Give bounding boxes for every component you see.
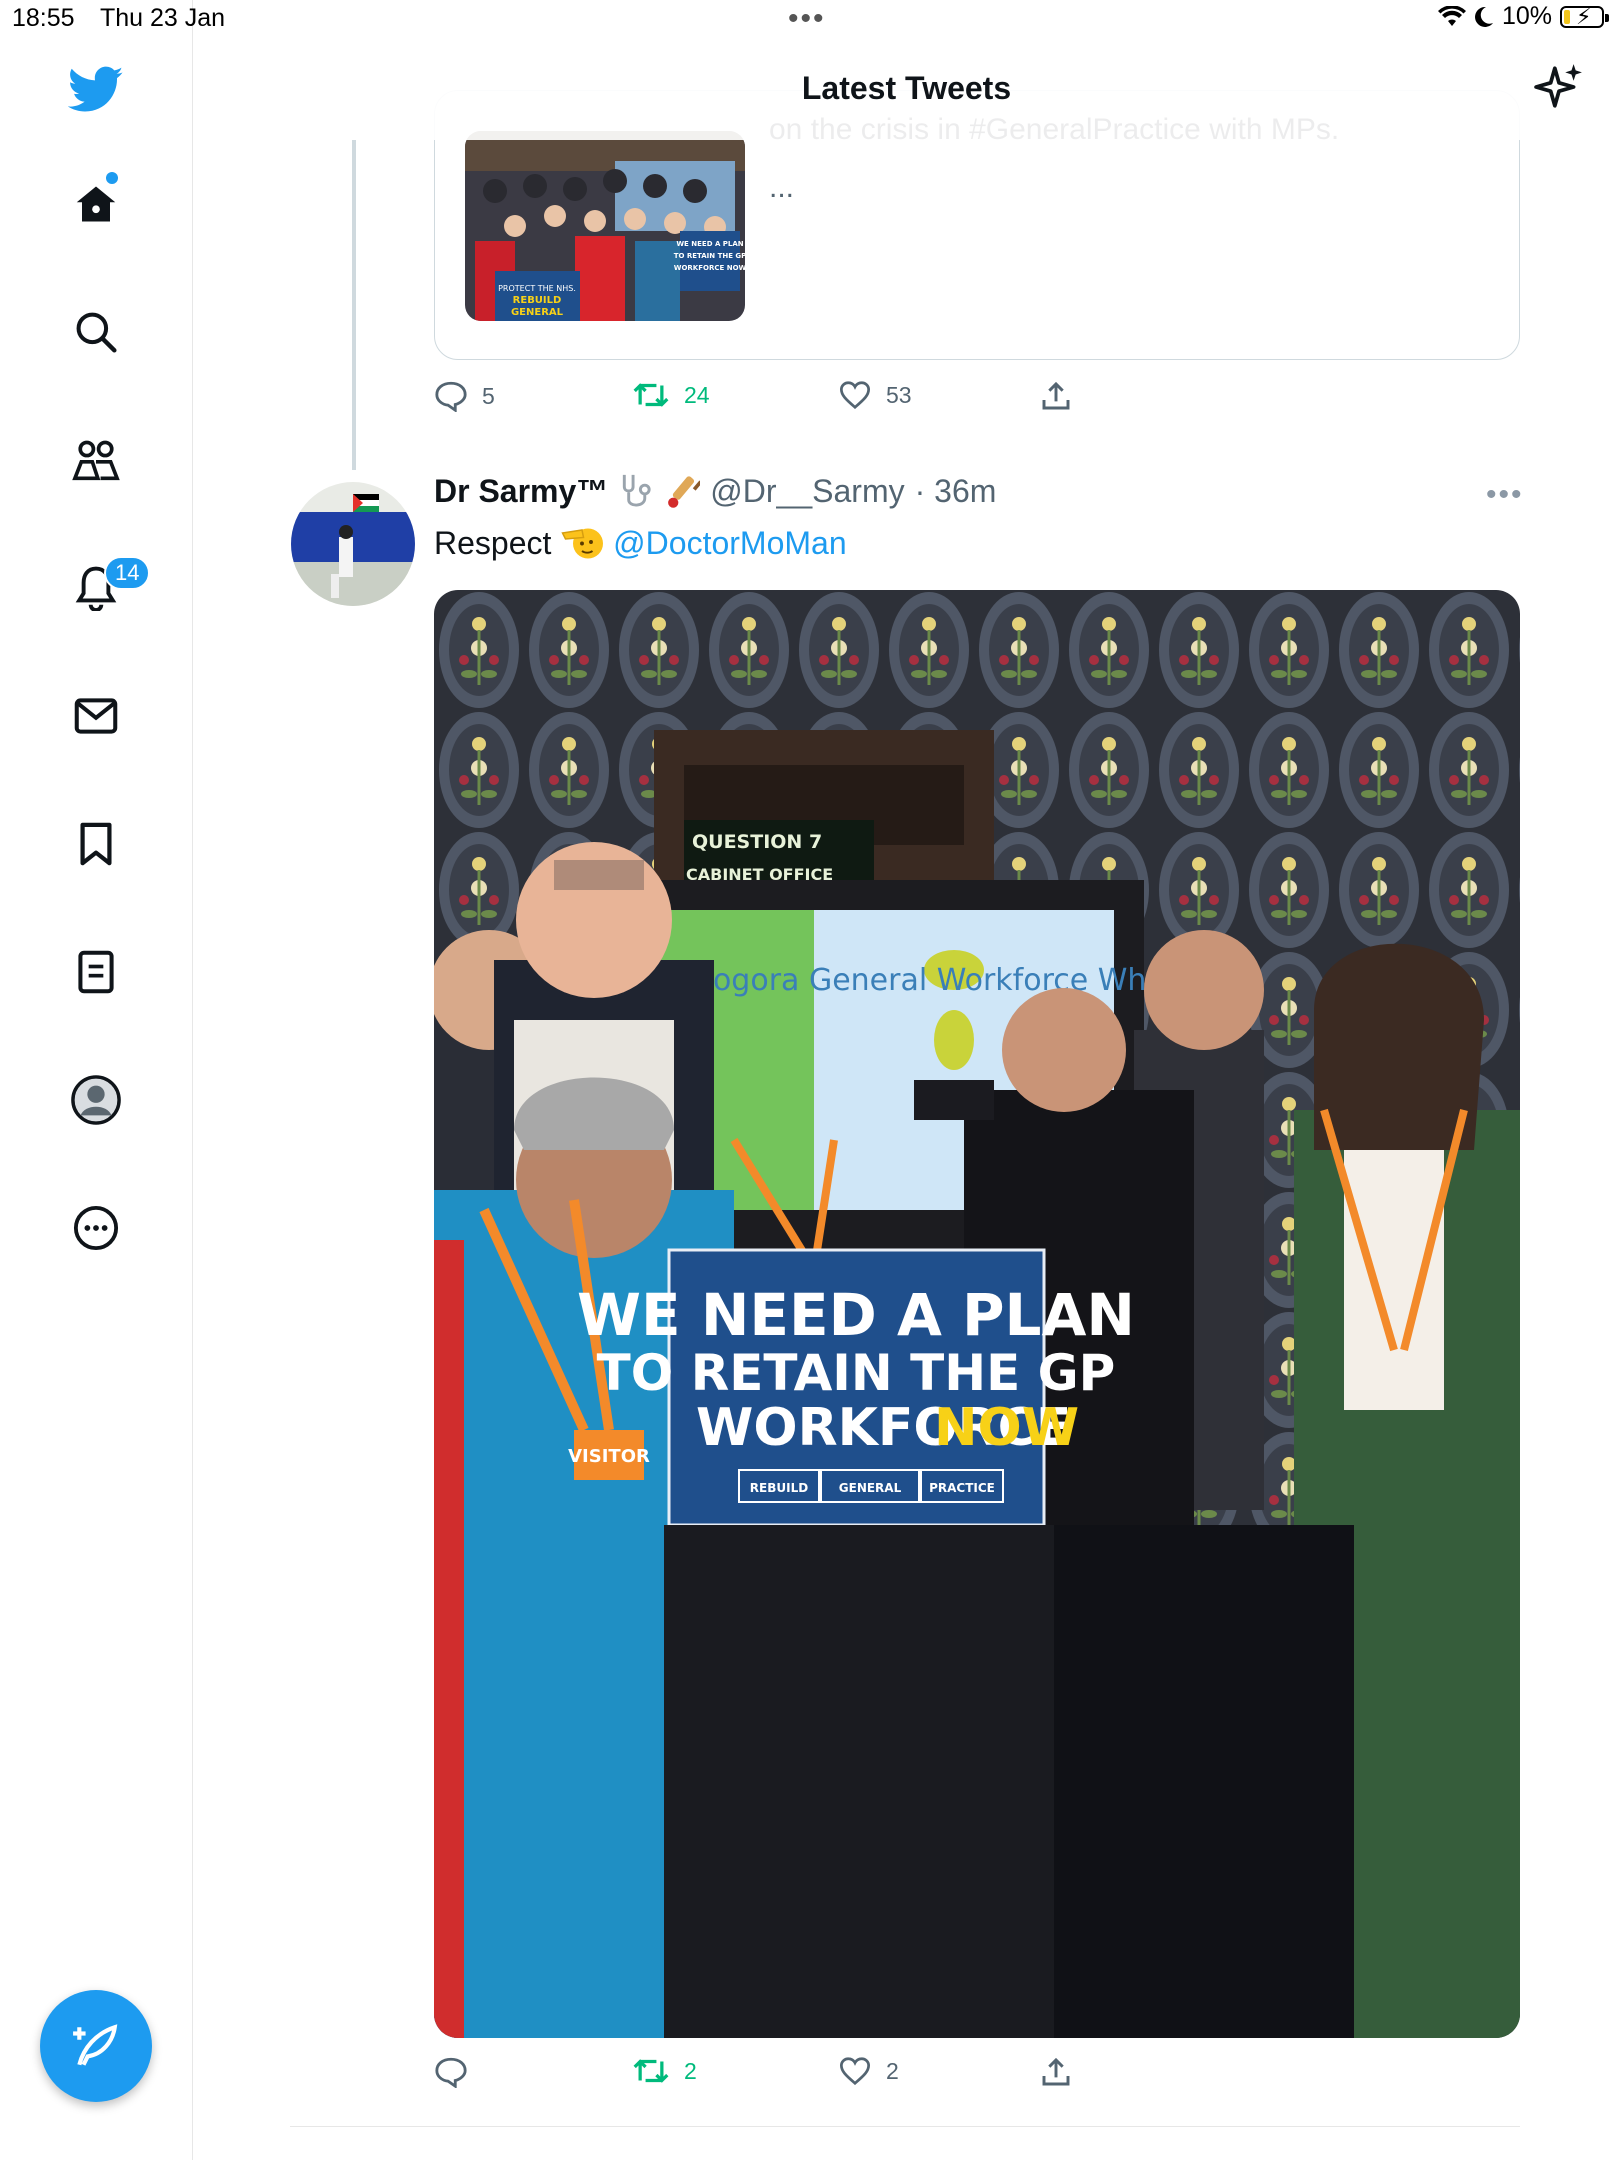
svg-text:WE NEED A PLAN: WE NEED A PLAN (676, 240, 743, 248)
heart-icon (839, 2057, 871, 2086)
retweet-count: 24 (684, 381, 710, 408)
author-handle[interactable]: @Dr__Sarmy (710, 473, 904, 510)
search-icon[interactable] (68, 304, 124, 360)
communities-icon[interactable] (68, 432, 124, 488)
share-icon (1042, 2057, 1070, 2086)
share-icon (1042, 381, 1070, 410)
tweet-actions: 2 2 (434, 2056, 1134, 2100)
reply-count: 5 (482, 382, 495, 409)
share-button[interactable] (1040, 2056, 1072, 2088)
sign-line2: TO RETAIN THE GP (597, 1344, 1116, 1402)
home-unread-dot (106, 172, 118, 184)
svg-text:GENERAL: GENERAL (511, 307, 564, 318)
status-date: Thu 23 Jan (100, 4, 226, 32)
feather-plus-icon (73, 2024, 118, 2066)
reply-button[interactable]: 5 (434, 380, 495, 412)
moon-icon (1474, 6, 1493, 27)
status-time: 18:55 (12, 4, 75, 32)
retweet-button[interactable]: 24 (632, 380, 710, 410)
notifications-badge: 14 (104, 556, 151, 590)
bookmarks-icon[interactable] (68, 816, 124, 872)
reply-icon (435, 2057, 467, 2088)
retweet-button[interactable]: 2 (632, 2056, 697, 2086)
like-count: 2 (886, 2057, 899, 2084)
reply-button[interactable] (434, 2056, 482, 2088)
tweet-divider (290, 2126, 1520, 2127)
tweet-time[interactable]: · 36m (915, 473, 997, 510)
like-count: 53 (886, 381, 912, 408)
like-button[interactable]: 2 (838, 2056, 899, 2086)
share-button[interactable] (1040, 380, 1072, 412)
sign-box3: PRACTICE (929, 1481, 995, 1495)
retweet-icon (633, 2059, 669, 2083)
photo-screen-line1: QUESTION 7 (692, 831, 822, 853)
tweet-header: Dr Sarmy™ @Dr__Sarmy · 36m (434, 472, 996, 510)
wifi-icon (1437, 5, 1466, 26)
profile-icon[interactable] (68, 1072, 124, 1128)
sign-box1: REBUILD (750, 1481, 808, 1495)
heart-icon (839, 381, 871, 410)
author-name[interactable]: Dr Sarmy™ (434, 473, 608, 510)
thumb-sign-a: PROTECT THE NHS. (498, 284, 576, 293)
twitter-logo-icon[interactable] (68, 62, 124, 118)
tweet-body: Respect (434, 525, 552, 561)
compose-tweet-button[interactable] (40, 1990, 152, 2102)
saluting-face-emoji-icon (561, 528, 604, 559)
status-indicators: 10% ⚡ (1437, 2, 1609, 31)
battery-icon: ⚡ (1560, 4, 1609, 29)
stethoscope-emoji-icon (623, 474, 651, 507)
thread-connector-line (352, 140, 356, 470)
avatar[interactable] (291, 482, 415, 606)
sign-line1: WE NEED A PLAN (577, 1281, 1135, 1349)
sidebar: 14 (0, 0, 193, 2160)
messages-icon[interactable] (68, 688, 124, 744)
quoted-tweet-thumbnail[interactable]: PROTECT THE NHS. REBUILD GENERAL WE NEED… (465, 131, 745, 321)
timeline-header: Latest Tweets (193, 40, 1620, 140)
lists-icon[interactable] (68, 944, 124, 1000)
tweet-text: Respect @DoctorMoMan (434, 524, 847, 562)
battery-percent: 10% (1501, 2, 1552, 30)
quoted-tweet-ellipsis: ... (769, 171, 795, 204)
home-icon[interactable] (68, 176, 124, 232)
svg-text:REBUILD: REBUILD (513, 295, 562, 306)
photo-lanyard-tag: VISITOR (568, 1446, 650, 1467)
like-button[interactable]: 53 (838, 380, 912, 410)
sparkle-icon[interactable] (1534, 62, 1584, 112)
multitasking-dots-icon[interactable]: ••• (788, 2, 826, 36)
mention-link[interactable]: @DoctorMoMan (613, 525, 846, 561)
tweet-photo[interactable]: QUESTION 7 CABINET OFFICE Cogora General… (434, 590, 1520, 2038)
quoted-tweet-actions: 5 24 53 (434, 380, 1134, 424)
retweet-count: 2 (684, 2057, 697, 2084)
page-title: Latest Tweets (801, 70, 1012, 106)
svg-text:TO RETAIN THE GP: TO RETAIN THE GP (674, 252, 745, 260)
retweet-icon (633, 383, 669, 407)
cricket-emoji-icon (668, 476, 701, 508)
sign-line3b: NOW (934, 1398, 1079, 1458)
tweet-more-options-icon[interactable]: ••• (1486, 478, 1524, 512)
reply-icon (435, 381, 467, 412)
svg-text:WORKFORCE NOW: WORKFORCE NOW (674, 264, 745, 272)
more-icon[interactable] (68, 1200, 124, 1256)
sign-box2: GENERAL (839, 1481, 902, 1495)
status-bar: 18:55 Thu 23 Jan ••• 10% ⚡ (0, 0, 1620, 40)
